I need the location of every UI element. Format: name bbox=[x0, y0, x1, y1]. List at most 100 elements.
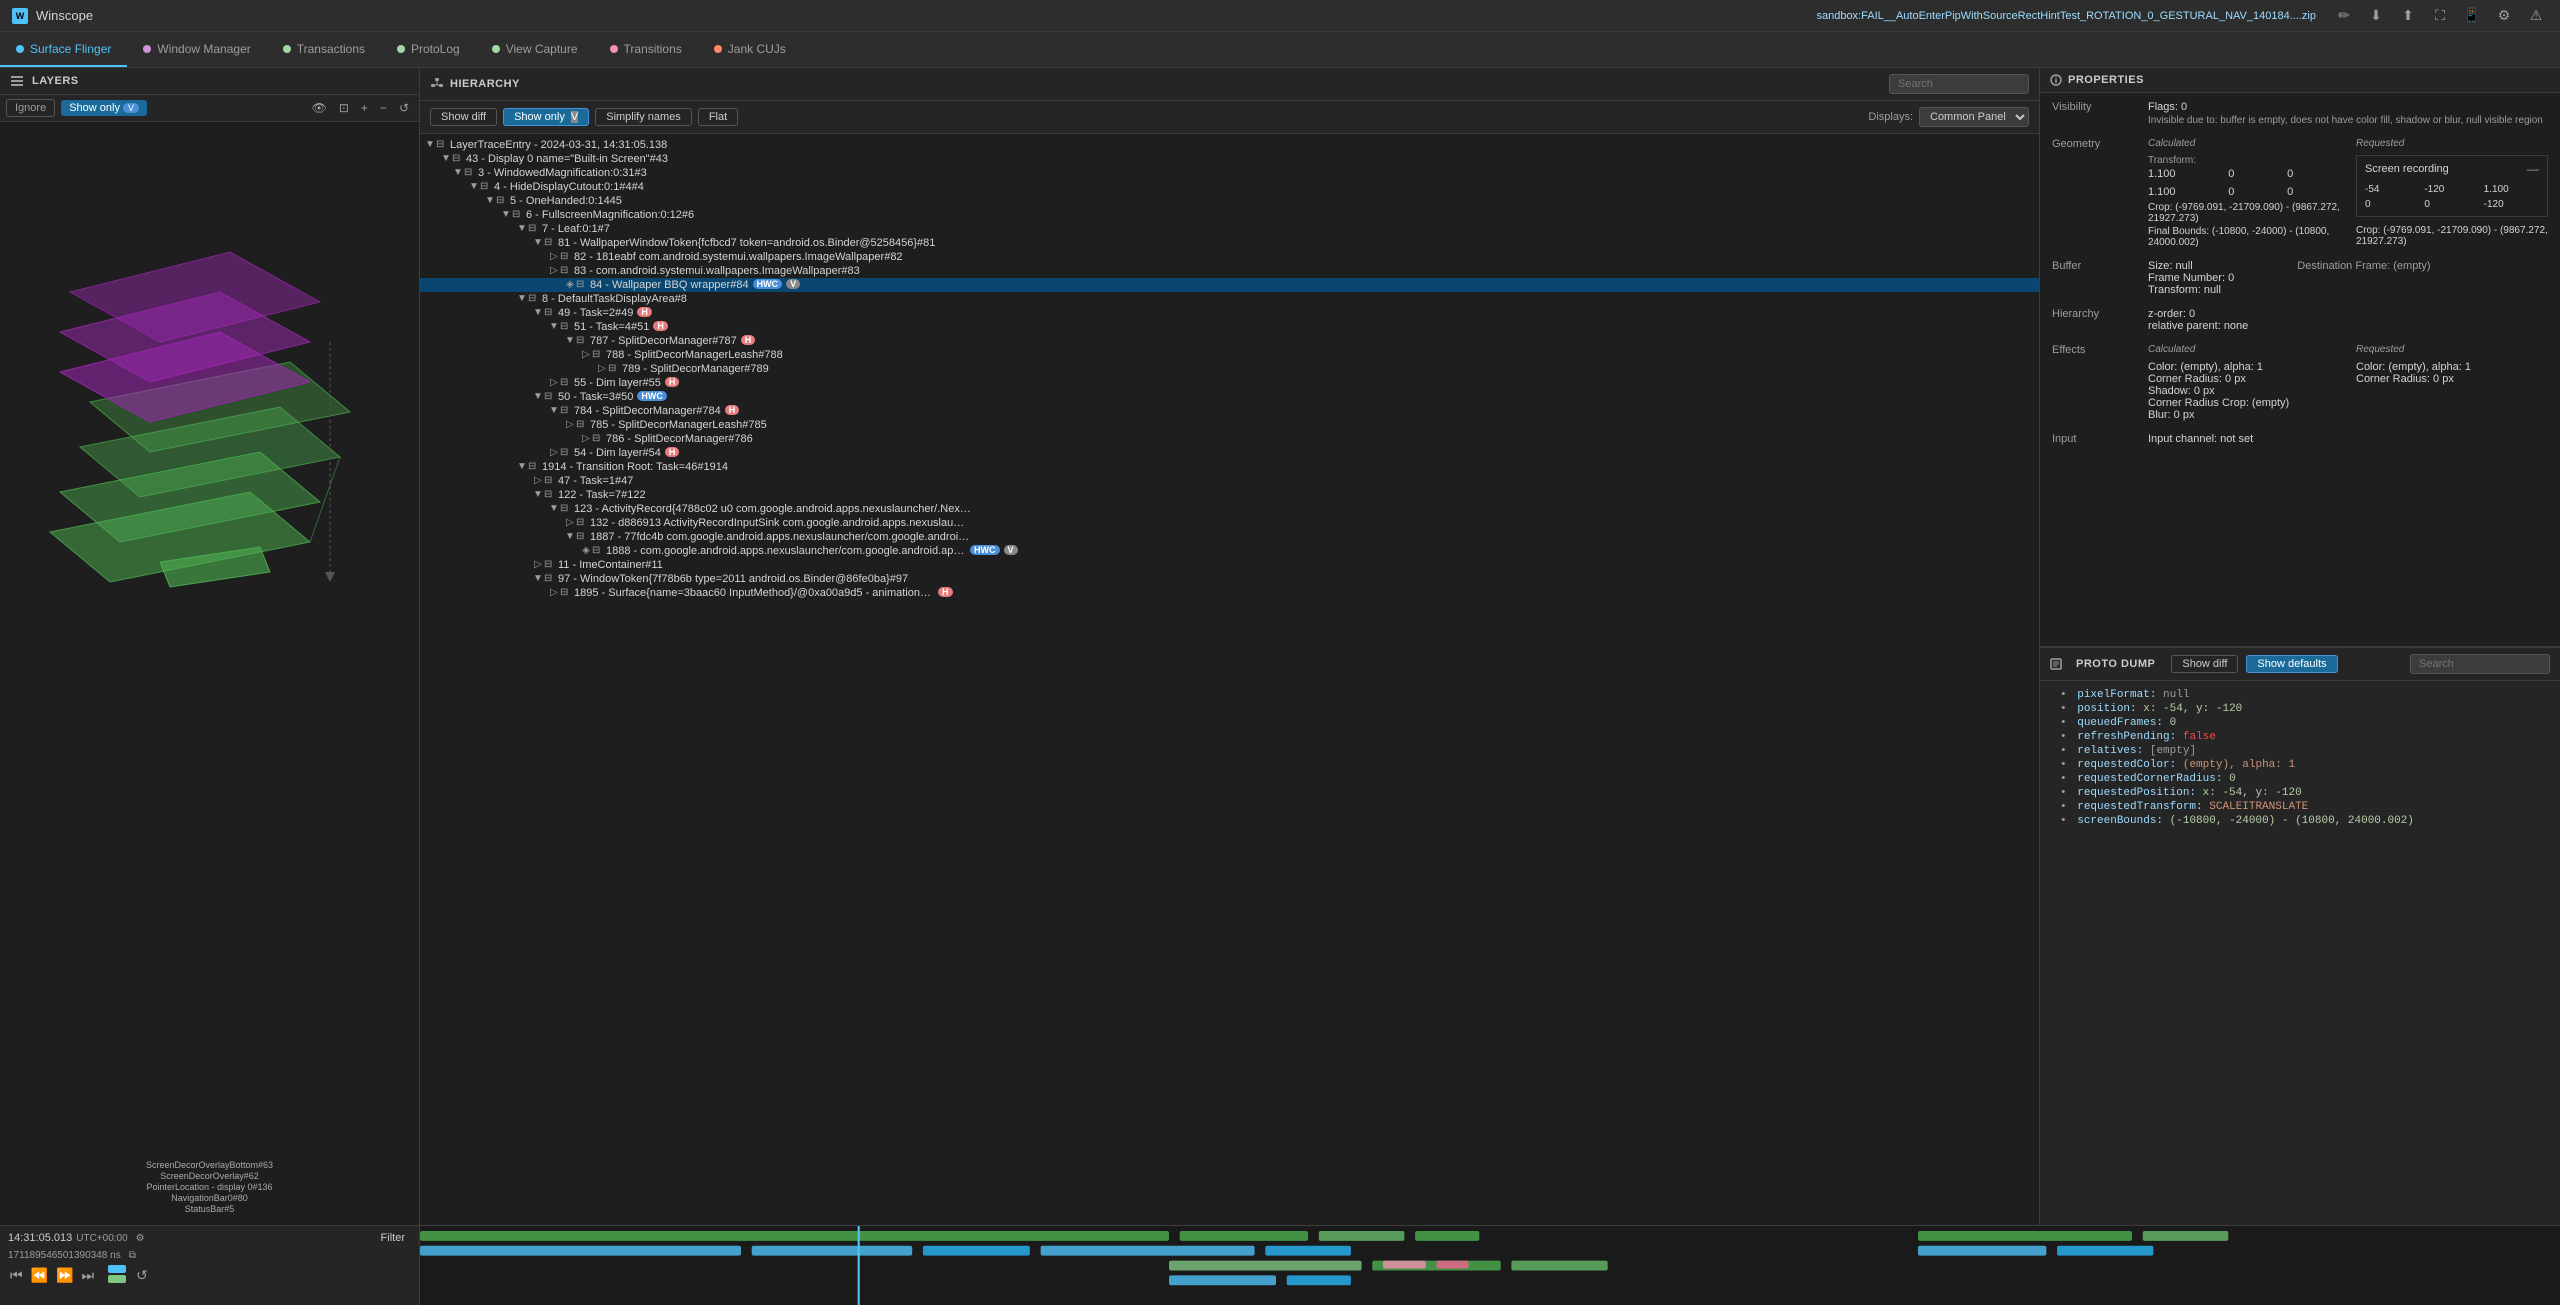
tree-node-0[interactable]: ▼ ⊟ LayerTraceEntry - 2024-03-31, 14:31:… bbox=[420, 138, 2039, 152]
tree-node-30[interactable]: ▷ ⊟ 11 - ImeContainer#11 bbox=[420, 558, 2039, 572]
tree-node-18[interactable]: ▼ ⊟ 50 - Task=3#50 HWC bbox=[420, 390, 2039, 404]
tree-toggle-16[interactable]: ▷ bbox=[596, 363, 608, 374]
tree-node-16[interactable]: ▷ ⊟ 789 - SplitDecorManager#789 bbox=[420, 362, 2039, 376]
alert-icon[interactable]: ⚠ bbox=[2524, 4, 2548, 28]
tree-node-6[interactable]: ▼ ⊟ 7 - Leaf:0:1#7 bbox=[420, 222, 2039, 236]
tree-toggle-20[interactable]: ▷ bbox=[564, 419, 576, 430]
tree-toggle-11[interactable]: ▼ bbox=[516, 293, 528, 304]
tree-node-27[interactable]: ▷ ⊟ 132 - d886913 ActivityRecordInputSin… bbox=[420, 516, 2039, 530]
tree-toggle-12[interactable]: ▼ bbox=[532, 307, 544, 318]
tree-node-13[interactable]: ▼ ⊟ 51 - Task=4#51 H bbox=[420, 320, 2039, 334]
tree-toggle-19[interactable]: ▼ bbox=[548, 405, 560, 416]
tree-toggle-0[interactable]: ▼ bbox=[424, 139, 436, 150]
tree-toggle-2[interactable]: ▼ bbox=[452, 167, 464, 178]
tree-node-21[interactable]: ▷ ⊟ 786 - SplitDecorManager#786 bbox=[420, 432, 2039, 446]
tree-node-23[interactable]: ▼ ⊟ 1914 - Transition Root: Task=46#1914 bbox=[420, 460, 2039, 474]
tab-surface-flinger[interactable]: Surface Flinger bbox=[0, 32, 127, 67]
tree-toggle-6[interactable]: ▼ bbox=[516, 223, 528, 234]
tree-node-14[interactable]: ▼ ⊟ 787 - SplitDecorManager#787 H bbox=[420, 334, 2039, 348]
hierarchy-content[interactable]: ▼ ⊟ LayerTraceEntry - 2024-03-31, 14:31:… bbox=[420, 134, 2039, 1225]
prev-frame-icon[interactable]: ⏮ bbox=[8, 1265, 25, 1286]
zoom-in-icon[interactable]: + bbox=[357, 99, 372, 117]
tab-jank-cujs[interactable]: Jank CUJs bbox=[698, 32, 802, 67]
tree-node-17[interactable]: ▷ ⊟ 55 - Dim layer#55 H bbox=[420, 376, 2039, 390]
tree-node-19[interactable]: ▼ ⊟ 784 - SplitDecorManager#784 H bbox=[420, 404, 2039, 418]
next-frame-icon[interactable]: ⏭ bbox=[79, 1265, 96, 1286]
tree-toggle-23[interactable]: ▼ bbox=[516, 461, 528, 472]
filter-button[interactable]: Filter bbox=[375, 1230, 411, 1246]
step-forward-icon[interactable]: ⏩ bbox=[54, 1265, 75, 1286]
tree-node-22[interactable]: ▷ ⊟ 54 - Dim layer#54 H bbox=[420, 446, 2039, 460]
tree-node-1[interactable]: ▼ ⊟ 43 - Display 0 name="Built-in Screen… bbox=[420, 152, 2039, 166]
tree-toggle-32[interactable]: ▷ bbox=[548, 587, 560, 598]
tree-node-25[interactable]: ▼ ⊟ 122 - Task=7#122 bbox=[420, 488, 2039, 502]
phone-icon[interactable]: 📱 bbox=[2460, 4, 2484, 28]
tab-protolog[interactable]: ProtoLog bbox=[381, 32, 476, 67]
step-back-icon[interactable]: ⏪ bbox=[29, 1265, 50, 1286]
tree-node-24[interactable]: ▷ ⊟ 47 - Task=1#47 bbox=[420, 474, 2039, 488]
tree-node-10[interactable]: ◈ ⊟ 84 - Wallpaper BBQ wrapper#84 HWC V bbox=[420, 278, 2039, 292]
tree-toggle-22[interactable]: ▷ bbox=[548, 447, 560, 458]
timeline-track[interactable] bbox=[420, 1226, 2560, 1305]
eye-icon[interactable]: 👁 bbox=[308, 99, 331, 117]
tab-transitions[interactable]: Transitions bbox=[594, 32, 698, 67]
tab-transactions[interactable]: Transactions bbox=[267, 32, 381, 67]
tree-toggle-15[interactable]: ▷ bbox=[580, 349, 592, 360]
timeline-right[interactable] bbox=[420, 1226, 2560, 1305]
tree-node-9[interactable]: ▷ ⊟ 83 - com.android.systemui.wallpapers… bbox=[420, 264, 2039, 278]
sr-minimize-icon[interactable]: — bbox=[2527, 162, 2539, 176]
download-icon[interactable]: ⬇ bbox=[2364, 4, 2388, 28]
tree-toggle-25[interactable]: ▼ bbox=[532, 489, 544, 500]
ignore-button[interactable]: Ignore bbox=[6, 99, 55, 117]
tree-toggle-14[interactable]: ▼ bbox=[564, 335, 576, 346]
settings-icon[interactable]: ⚙ bbox=[2492, 4, 2516, 28]
tree-toggle-31[interactable]: ▼ bbox=[532, 573, 544, 584]
proto-search[interactable] bbox=[2410, 654, 2550, 674]
proto-show-defaults-button[interactable]: Show defaults bbox=[2246, 655, 2337, 673]
tree-toggle-27[interactable]: ▷ bbox=[564, 517, 576, 528]
tree-node-8[interactable]: ▷ ⊟ 82 - 181eabf com.android.systemui.wa… bbox=[420, 250, 2039, 264]
tree-node-7[interactable]: ▼ ⊟ 81 - WallpaperWindowToken{fcfbcd7 to… bbox=[420, 236, 2039, 250]
show-only-button[interactable]: Show only V bbox=[61, 100, 147, 116]
tree-toggle-26[interactable]: ▼ bbox=[548, 503, 560, 514]
tree-toggle-17[interactable]: ▷ bbox=[548, 377, 560, 388]
simplify-names-button[interactable]: Simplify names bbox=[595, 108, 692, 126]
flat-button[interactable]: Flat bbox=[698, 108, 738, 126]
tree-node-3[interactable]: ▼ ⊟ 4 - HideDisplayCutout:0:1#4#4 bbox=[420, 180, 2039, 194]
tree-node-11[interactable]: ▼ ⊟ 8 - DefaultTaskDisplayArea#8 bbox=[420, 292, 2039, 306]
tree-toggle-5[interactable]: ▼ bbox=[500, 209, 512, 220]
tab-view-capture[interactable]: View Capture bbox=[476, 32, 594, 67]
time-settings-icon[interactable]: ⚙ bbox=[132, 1231, 149, 1246]
fullscreen-icon[interactable]: ⛶ bbox=[2428, 4, 2452, 28]
tree-node-31[interactable]: ▼ ⊟ 97 - WindowToken{7f78b6b type=2011 a… bbox=[420, 572, 2039, 586]
refresh-timeline-icon[interactable]: ↺ bbox=[134, 1265, 150, 1286]
tree-toggle-28[interactable]: ▼ bbox=[564, 531, 576, 542]
edit-icon[interactable]: ✏ bbox=[2332, 4, 2356, 28]
upload-icon[interactable]: ⬆ bbox=[2396, 4, 2420, 28]
hierarchy-search[interactable] bbox=[1889, 74, 2029, 94]
show-diff-button[interactable]: Show diff bbox=[430, 108, 497, 126]
tree-toggle-3[interactable]: ▼ bbox=[468, 181, 480, 192]
zoom-fit-icon[interactable]: ⊡ bbox=[335, 99, 353, 117]
tree-node-26[interactable]: ▼ ⊟ 123 - ActivityRecord{4788c02 u0 com.… bbox=[420, 502, 2039, 516]
tree-toggle-18[interactable]: ▼ bbox=[532, 391, 544, 402]
tree-toggle-29[interactable]: ◈ bbox=[580, 545, 592, 556]
copy-ns-icon[interactable]: ⧉ bbox=[129, 1250, 136, 1261]
tree-node-12[interactable]: ▼ ⊟ 49 - Task=2#49 H bbox=[420, 306, 2039, 320]
tree-toggle-13[interactable]: ▼ bbox=[548, 321, 560, 332]
tree-toggle-24[interactable]: ▷ bbox=[532, 475, 544, 486]
proto-show-diff-button[interactable]: Show diff bbox=[2171, 655, 2238, 673]
tree-node-4[interactable]: ▼ ⊟ 5 - OneHanded:0:1445 bbox=[420, 194, 2039, 208]
tree-toggle-10[interactable]: ◈ bbox=[564, 279, 576, 290]
tree-node-5[interactable]: ▼ ⊟ 6 - FullscreenMagnification:0:12#6 bbox=[420, 208, 2039, 222]
tree-toggle-30[interactable]: ▷ bbox=[532, 559, 544, 570]
tree-node-29[interactable]: ◈ ⊟ 1888 - com.google.android.apps.nexus… bbox=[420, 544, 2039, 558]
tree-node-2[interactable]: ▼ ⊟ 3 - WindowedMagnification:0:31#3 bbox=[420, 166, 2039, 180]
tree-node-28[interactable]: ▼ ⊟ 1887 - 77fdc4b com.google.android.ap… bbox=[420, 530, 2039, 544]
tree-toggle-21[interactable]: ▷ bbox=[580, 433, 592, 444]
refresh-icon[interactable]: ↺ bbox=[395, 99, 413, 117]
displays-select[interactable]: Common Panel bbox=[1919, 107, 2029, 127]
zoom-out-icon[interactable]: − bbox=[376, 99, 391, 117]
tree-toggle-1[interactable]: ▼ bbox=[440, 153, 452, 164]
tree-toggle-7[interactable]: ▼ bbox=[532, 237, 544, 248]
